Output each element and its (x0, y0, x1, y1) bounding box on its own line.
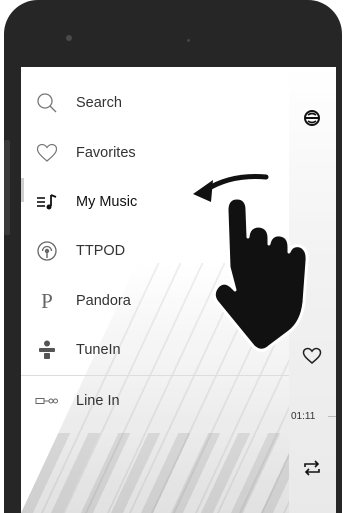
menu-item-label: TTPOD (76, 243, 126, 259)
screen: Search Favorites My Music TTPOD P Pandor… (21, 67, 336, 513)
phone-frame: Search Favorites My Music TTPOD P Pandor… (4, 0, 342, 513)
search-icon (35, 91, 59, 115)
tunein-icon (35, 338, 59, 362)
line-in-icon (35, 389, 59, 413)
menu-item-favorites[interactable]: Favorites (21, 133, 289, 173)
menu-item-label: Search (76, 95, 122, 111)
menu-item-search[interactable]: Search (21, 83, 289, 123)
menu-item-label: Line In (76, 393, 120, 409)
side-button (4, 140, 10, 235)
elapsed-time: 01:11 (291, 411, 316, 422)
menu-divider (21, 375, 289, 376)
source-icon[interactable] (301, 107, 323, 129)
heart-icon (35, 141, 59, 165)
menu-item-label: Pandora (76, 293, 131, 309)
menu-item-label: TuneIn (76, 342, 121, 358)
proximity-sensor (187, 39, 190, 42)
my-music-icon (35, 190, 59, 214)
progress-bar[interactable] (328, 416, 336, 417)
menu-item-line-in[interactable]: Line In (21, 381, 289, 421)
swipe-left-hand-icon (193, 174, 309, 352)
menu-item-label: Favorites (76, 145, 136, 161)
pandora-icon: P (41, 288, 53, 313)
ttpod-icon (35, 239, 59, 263)
front-camera (66, 35, 72, 41)
menu-item-label: My Music (76, 194, 138, 210)
piano-background-keys (21, 433, 289, 513)
repeat-icon[interactable] (301, 457, 323, 479)
